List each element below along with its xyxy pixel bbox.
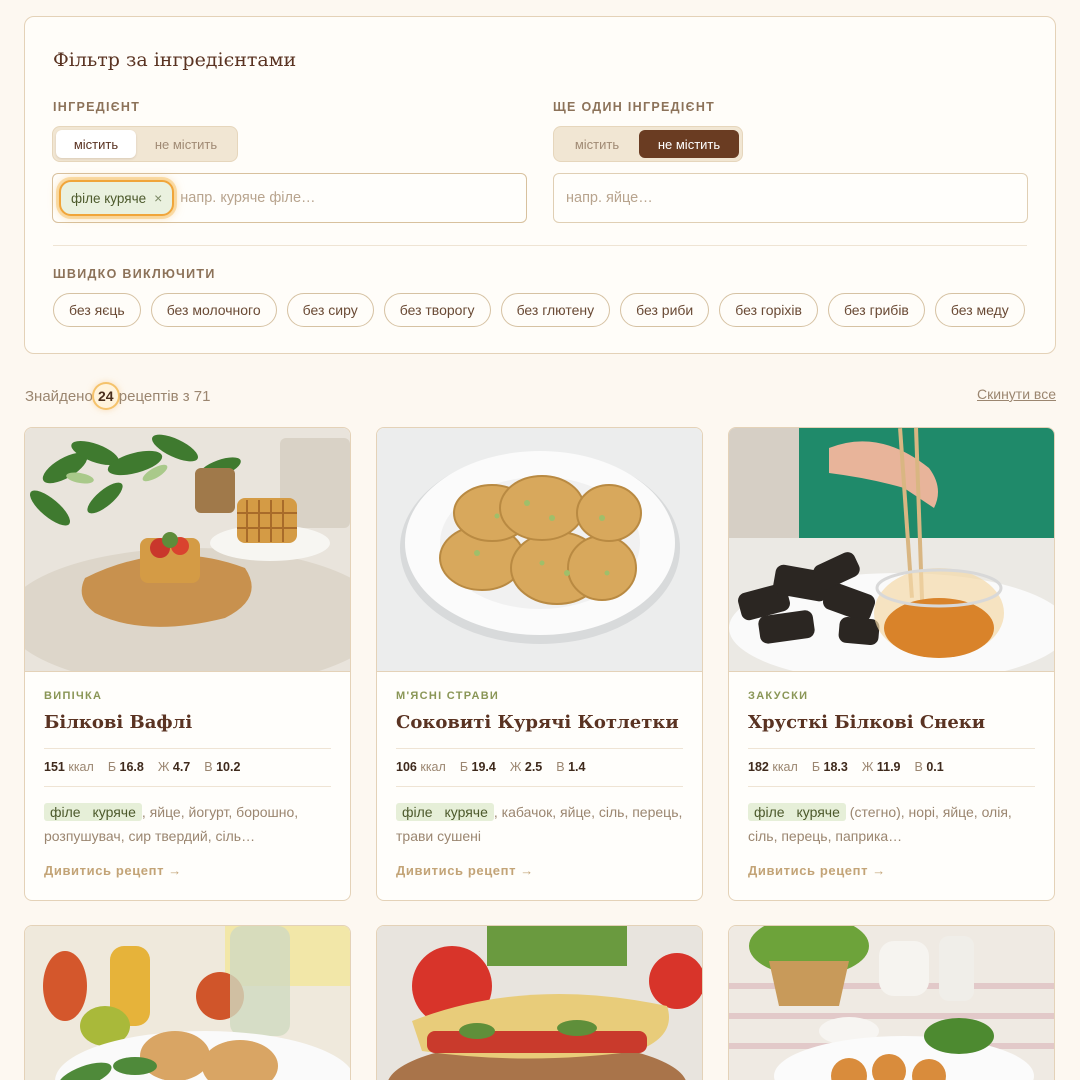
ingredient-list: філе куряче, кабачок, яйце, сіль, перець…: [396, 800, 686, 848]
exclude-gluten-button[interactable]: без глютену: [500, 293, 611, 327]
recipe-photo-cutlets: [377, 428, 702, 672]
carbs-item: В 1.4: [556, 760, 586, 774]
second-ingredient-toggle: містить не містить: [553, 126, 743, 162]
card-divider: [44, 748, 331, 749]
fat-item: Ж 2.5: [509, 760, 543, 774]
recipe-card[interactable]: [24, 925, 351, 1080]
toggle-not-contains-2[interactable]: не містить: [639, 130, 739, 158]
exclude-honey-button[interactable]: без меду: [934, 293, 1025, 327]
kcal-item: 151 ккал: [44, 760, 94, 774]
fat-item: Ж 11.9: [861, 760, 901, 774]
filter-title: Фільтр за інгредієнтами: [53, 49, 297, 71]
recipe-category: М'ЯСНІ СТРАВИ: [396, 690, 500, 702]
nutrition-row: 151 ккал Б 16.8 Ж 4.7 В 10.2: [44, 760, 240, 774]
view-recipe-link[interactable]: Дивитись рецепт →: [748, 863, 886, 878]
exclude-cheese-button[interactable]: без сиру: [286, 293, 374, 327]
recipe-category: ЗАКУСКИ: [748, 690, 809, 702]
recipe-category: ВИПІЧКА: [44, 690, 103, 702]
ingredient-chip[interactable]: філе куряче ×: [59, 180, 175, 216]
recipe-photo: [25, 926, 350, 1080]
nutrition-row: 106 ккал Б 19.4 Ж 2.5 В 1.4: [396, 760, 585, 774]
toggle-not-contains[interactable]: не містить: [138, 130, 234, 158]
second-ingredient-input[interactable]: [560, 190, 1027, 206]
panel-divider: [53, 245, 1027, 246]
protein-item: Б 19.4: [459, 760, 496, 774]
card-divider: [396, 748, 683, 749]
card-divider: [748, 748, 1035, 749]
ingredient-input-box[interactable]: філе куряче ×: [52, 173, 527, 223]
exclude-mushrooms-button[interactable]: без грибів: [827, 293, 925, 327]
recipe-card[interactable]: ВИПІЧКА Білкові Вафлі 151 ккал Б 16.8 Ж …: [24, 427, 351, 901]
matched-ingredient: філе куряче: [396, 803, 494, 821]
recipe-title[interactable]: Білкові Вафлі: [44, 712, 192, 733]
fat-item: Ж 4.7: [157, 760, 191, 774]
view-recipe-link[interactable]: Дивитись рецепт →: [396, 863, 534, 878]
exclude-nuts-button[interactable]: без горіхів: [719, 293, 818, 327]
reset-all-link[interactable]: Скинути все: [977, 386, 1056, 402]
toggle-contains-2[interactable]: містить: [557, 130, 637, 158]
second-ingredient-label: ЩЕ ОДИН ІНГРЕДІЄНТ: [553, 100, 716, 114]
card-divider: [396, 786, 683, 787]
ingredient-label: ІНГРЕДІЄНТ: [53, 100, 141, 114]
kcal-item: 106 ккал: [396, 760, 446, 774]
matched-ingredient: філе куряче: [44, 803, 142, 821]
kcal-item: 182 ккал: [748, 760, 798, 774]
toggle-contains[interactable]: містить: [56, 130, 136, 158]
recipe-card[interactable]: ЗАКУСКИ Хрусткі Білкові Снеки 182 ккал Б…: [728, 427, 1055, 901]
protein-item: Б 16.8: [107, 760, 144, 774]
carbs-item: В 0.1: [914, 760, 944, 774]
quick-exclude-label: ШВИДКО ВИКЛЮЧИТИ: [53, 267, 216, 281]
exclude-eggs-button[interactable]: без яєць: [53, 293, 141, 327]
results-prefix: Знайдено: [25, 387, 93, 405]
recipe-photo-waffles: [25, 428, 350, 672]
chip-remove-icon[interactable]: ×: [154, 190, 162, 206]
results-summary: Знайдено 24 рецептів з 71: [25, 384, 210, 408]
nutrition-row: 182 ккал Б 18.3 Ж 11.9 В 0.1: [748, 760, 944, 774]
recipe-title[interactable]: Соковиті Курячі Котлетки: [396, 712, 679, 733]
ingredient-contains-toggle: містить не містить: [52, 126, 238, 162]
results-count-badge: 24: [93, 384, 118, 408]
card-divider: [748, 786, 1035, 787]
carbs-item: В 10.2: [204, 760, 241, 774]
chip-label: філе куряче: [71, 190, 147, 206]
recipe-title[interactable]: Хрусткі Білкові Снеки: [748, 712, 985, 733]
recipe-photo: [729, 926, 1054, 1080]
ingredient-list: філе куряче (стегно), норі, яйце, олія, …: [748, 800, 1038, 848]
recipe-photo: [377, 926, 702, 1080]
quick-exclude-list: без яєць без молочного без сиру без твор…: [53, 293, 1025, 327]
view-recipe-link[interactable]: Дивитись рецепт →: [44, 863, 182, 878]
recipe-card[interactable]: [376, 925, 703, 1080]
card-divider: [44, 786, 331, 787]
ingredient-input[interactable]: [174, 190, 526, 206]
exclude-fish-button[interactable]: без риби: [620, 293, 710, 327]
ingredient-filter-panel: Фільтр за інгредієнтами ІНГРЕДІЄНТ місти…: [24, 16, 1056, 354]
exclude-dairy-button[interactable]: без молочного: [150, 293, 277, 327]
recipe-card[interactable]: [728, 925, 1055, 1080]
results-suffix: рецептів з 71: [118, 387, 211, 405]
second-ingredient-input-box[interactable]: [553, 173, 1028, 223]
recipe-photo-snacks: [729, 428, 1054, 672]
protein-item: Б 18.3: [811, 760, 848, 774]
ingredient-list: філе куряче, яйце, йогурт, борошно, розп…: [44, 800, 334, 848]
recipe-card[interactable]: М'ЯСНІ СТРАВИ Соковиті Курячі Котлетки 1…: [376, 427, 703, 901]
exclude-cottage-cheese-button[interactable]: без творогу: [383, 293, 491, 327]
matched-ingredient: філе куряче: [748, 803, 846, 821]
